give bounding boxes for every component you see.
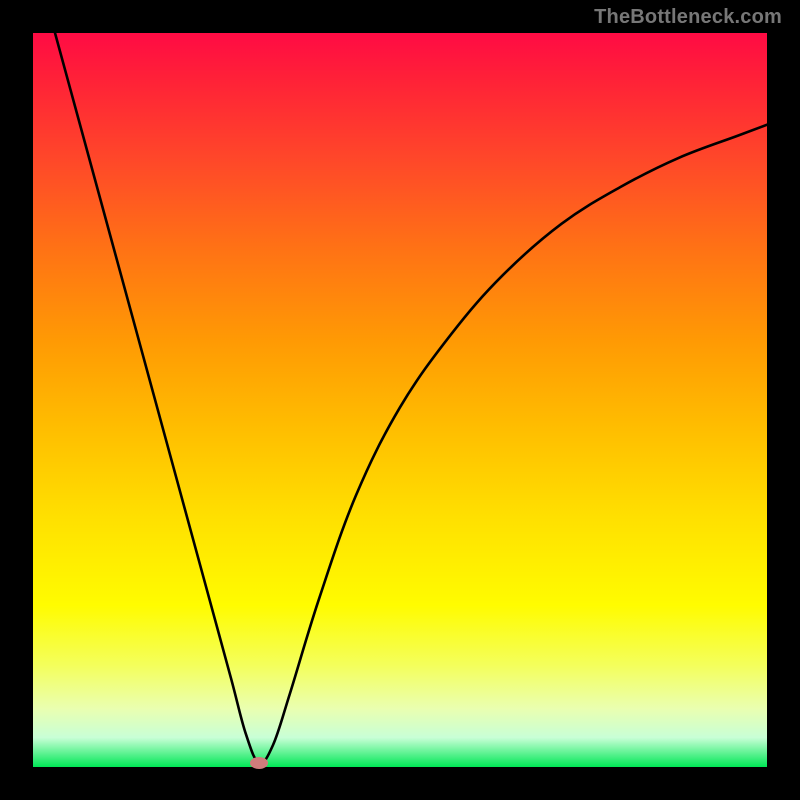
- bottleneck-curve: [33, 33, 767, 767]
- plot-area: [33, 33, 767, 767]
- watermark-text: TheBottleneck.com: [594, 6, 782, 29]
- minimum-marker: [250, 757, 268, 769]
- chart-canvas: TheBottleneck.com: [0, 0, 800, 800]
